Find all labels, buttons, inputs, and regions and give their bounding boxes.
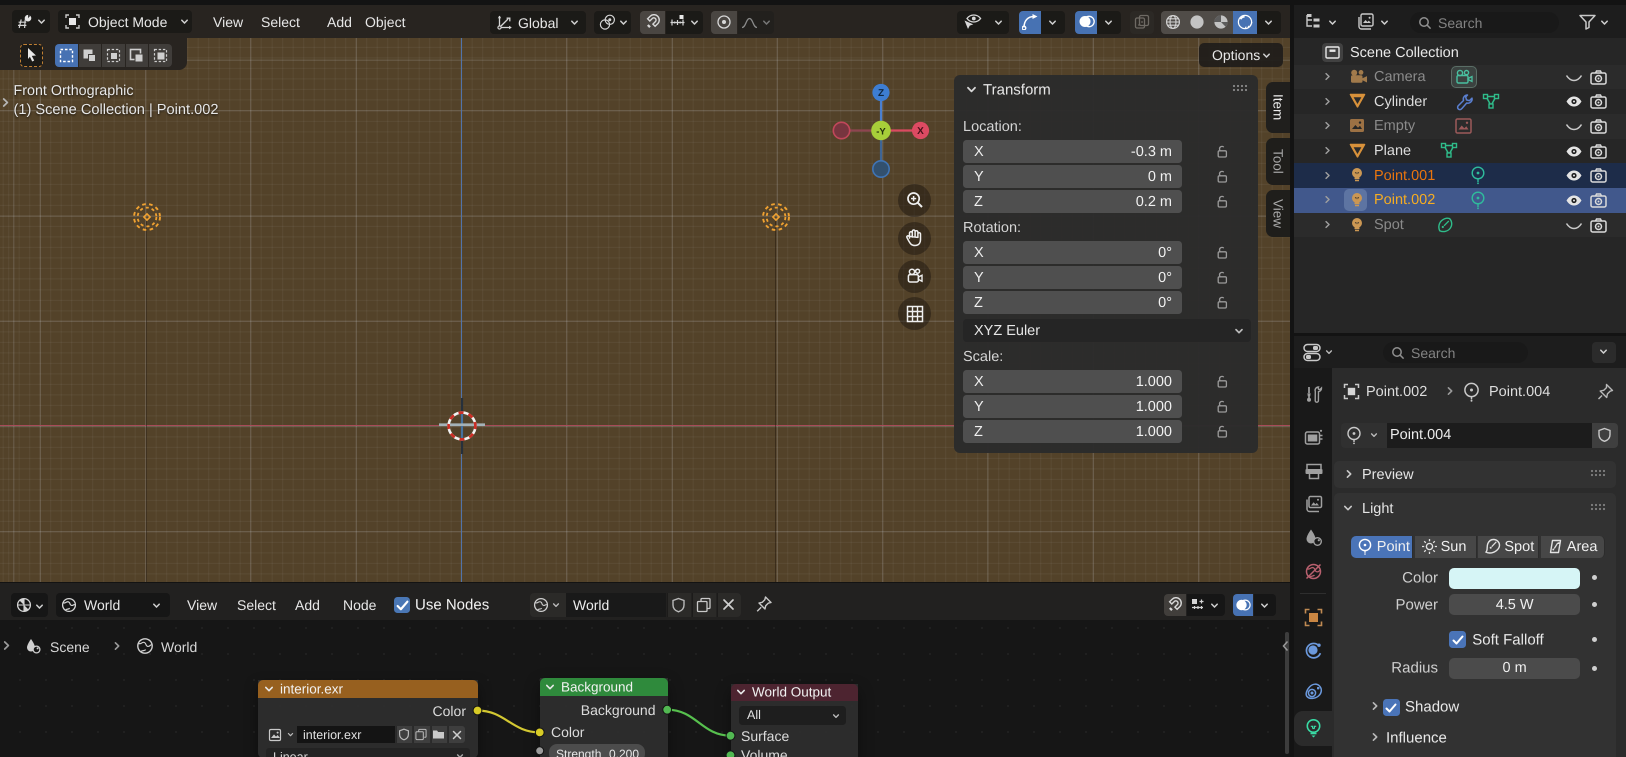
svg-text:-Y: -Y — [876, 126, 886, 137]
svg-text:Z: Z — [878, 88, 884, 99]
svg-text:X: X — [917, 126, 924, 137]
